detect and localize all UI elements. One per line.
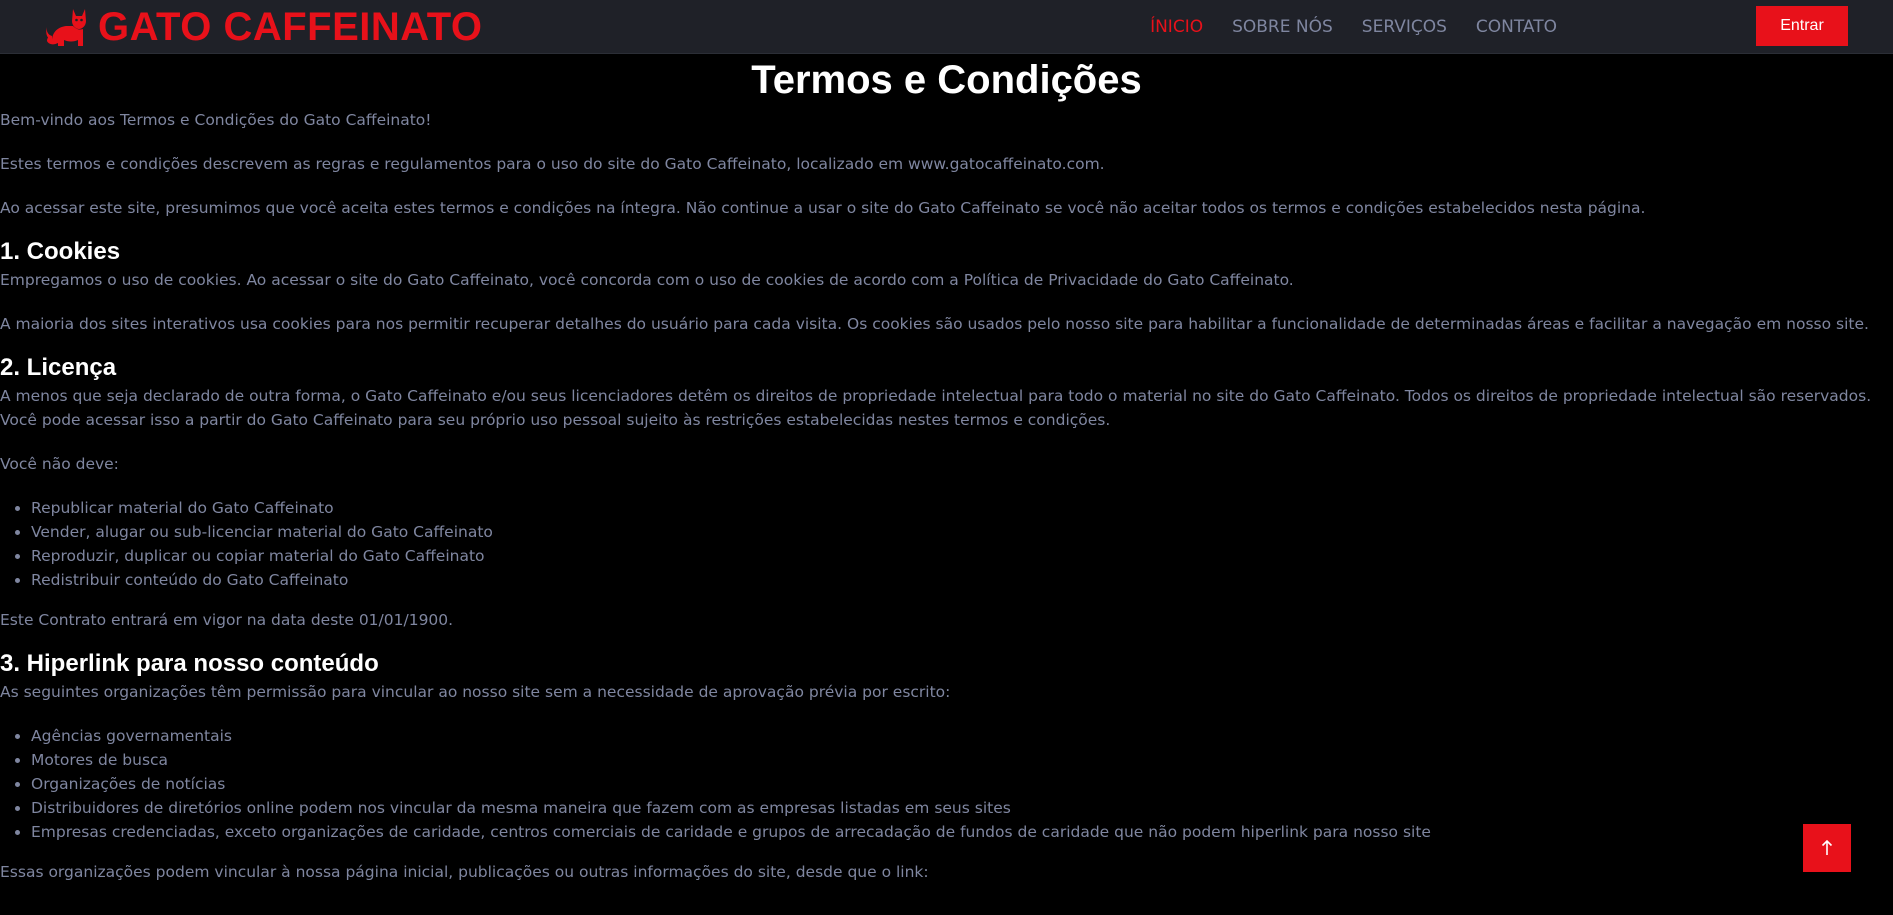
intro-paragraph: Bem-vindo aos Termos e Condições do Gato…: [0, 111, 432, 129]
allowed-organizations-list: Agências governamentais Motores de busca…: [0, 724, 1893, 844]
intro-paragraph: Ao acessar este site, presumimos que voc…: [0, 199, 1646, 217]
terms-content: Termos e Condições Bem-vindo aos Termos …: [0, 54, 1893, 884]
list-item: Reproduzir, duplicar ou copiar material …: [31, 544, 1893, 568]
hyperlink-conditions-paragraph: Essas organizações podem vincular à noss…: [0, 863, 929, 881]
nav-link-contato[interactable]: CONTATO: [1476, 17, 1557, 37]
cookies-paragraph: A maioria dos sites interativos usa cook…: [0, 315, 1869, 333]
license-paragraph: A menos que seja declarado de outra form…: [0, 387, 1872, 429]
list-item: Organizações de notícias: [31, 772, 1893, 796]
arrow-up-icon: [1821, 840, 1833, 855]
nav-link-servicos[interactable]: SERVIÇOS: [1362, 17, 1447, 37]
list-item: Empresas credenciadas, exceto organizaçõ…: [31, 820, 1893, 844]
nav-menu: ÍNICIO SOBRE NÓS SERVIÇOS CONTATO: [1121, 0, 1557, 54]
license-restrictions-intro: Você não deve:: [0, 455, 119, 473]
back-to-top-button[interactable]: [1803, 824, 1851, 872]
nav-link-inicio[interactable]: ÍNICIO: [1150, 17, 1203, 37]
list-item: Motores de busca: [31, 748, 1893, 772]
section-heading-licenca: 2. Licença: [0, 354, 117, 381]
section-heading-hiperlink: 3. Hiperlink para nosso conteúdo: [0, 650, 379, 677]
hyperlink-paragraph: As seguintes organizações têm permissão …: [0, 683, 951, 701]
navbar: GATO CAFFEINATO ÍNICIO SOBRE NÓS SERVIÇO…: [0, 0, 1893, 54]
list-item: Agências governamentais: [31, 724, 1893, 748]
license-restrictions-list: Republicar material do Gato Caffeinato V…: [0, 496, 1893, 592]
brand-name: GATO CAFFEINATO: [98, 5, 483, 49]
login-button[interactable]: Entrar: [1756, 6, 1848, 46]
cat-icon: [46, 9, 86, 46]
list-item: Distribuidores de diretórios online pode…: [31, 796, 1893, 820]
brand-logo[interactable]: GATO CAFFEINATO: [46, 4, 483, 50]
page-title: Termos e Condições: [751, 58, 1142, 102]
list-item: Republicar material do Gato Caffeinato: [31, 496, 1893, 520]
nav-link-sobre-nos[interactable]: SOBRE NÓS: [1232, 17, 1333, 37]
contract-date-paragraph: Este Contrato entrará em vigor na data d…: [0, 611, 454, 629]
intro-paragraph: Estes termos e condições descrevem as re…: [0, 155, 1105, 173]
list-item: Vender, alugar ou sub-licenciar material…: [31, 520, 1893, 544]
list-item: Redistribuir conteúdo do Gato Caffeinato: [31, 568, 1893, 592]
cookies-paragraph: Empregamos o uso de cookies. Ao acessar …: [0, 271, 1294, 289]
section-heading-cookies: 1. Cookies: [0, 238, 121, 265]
